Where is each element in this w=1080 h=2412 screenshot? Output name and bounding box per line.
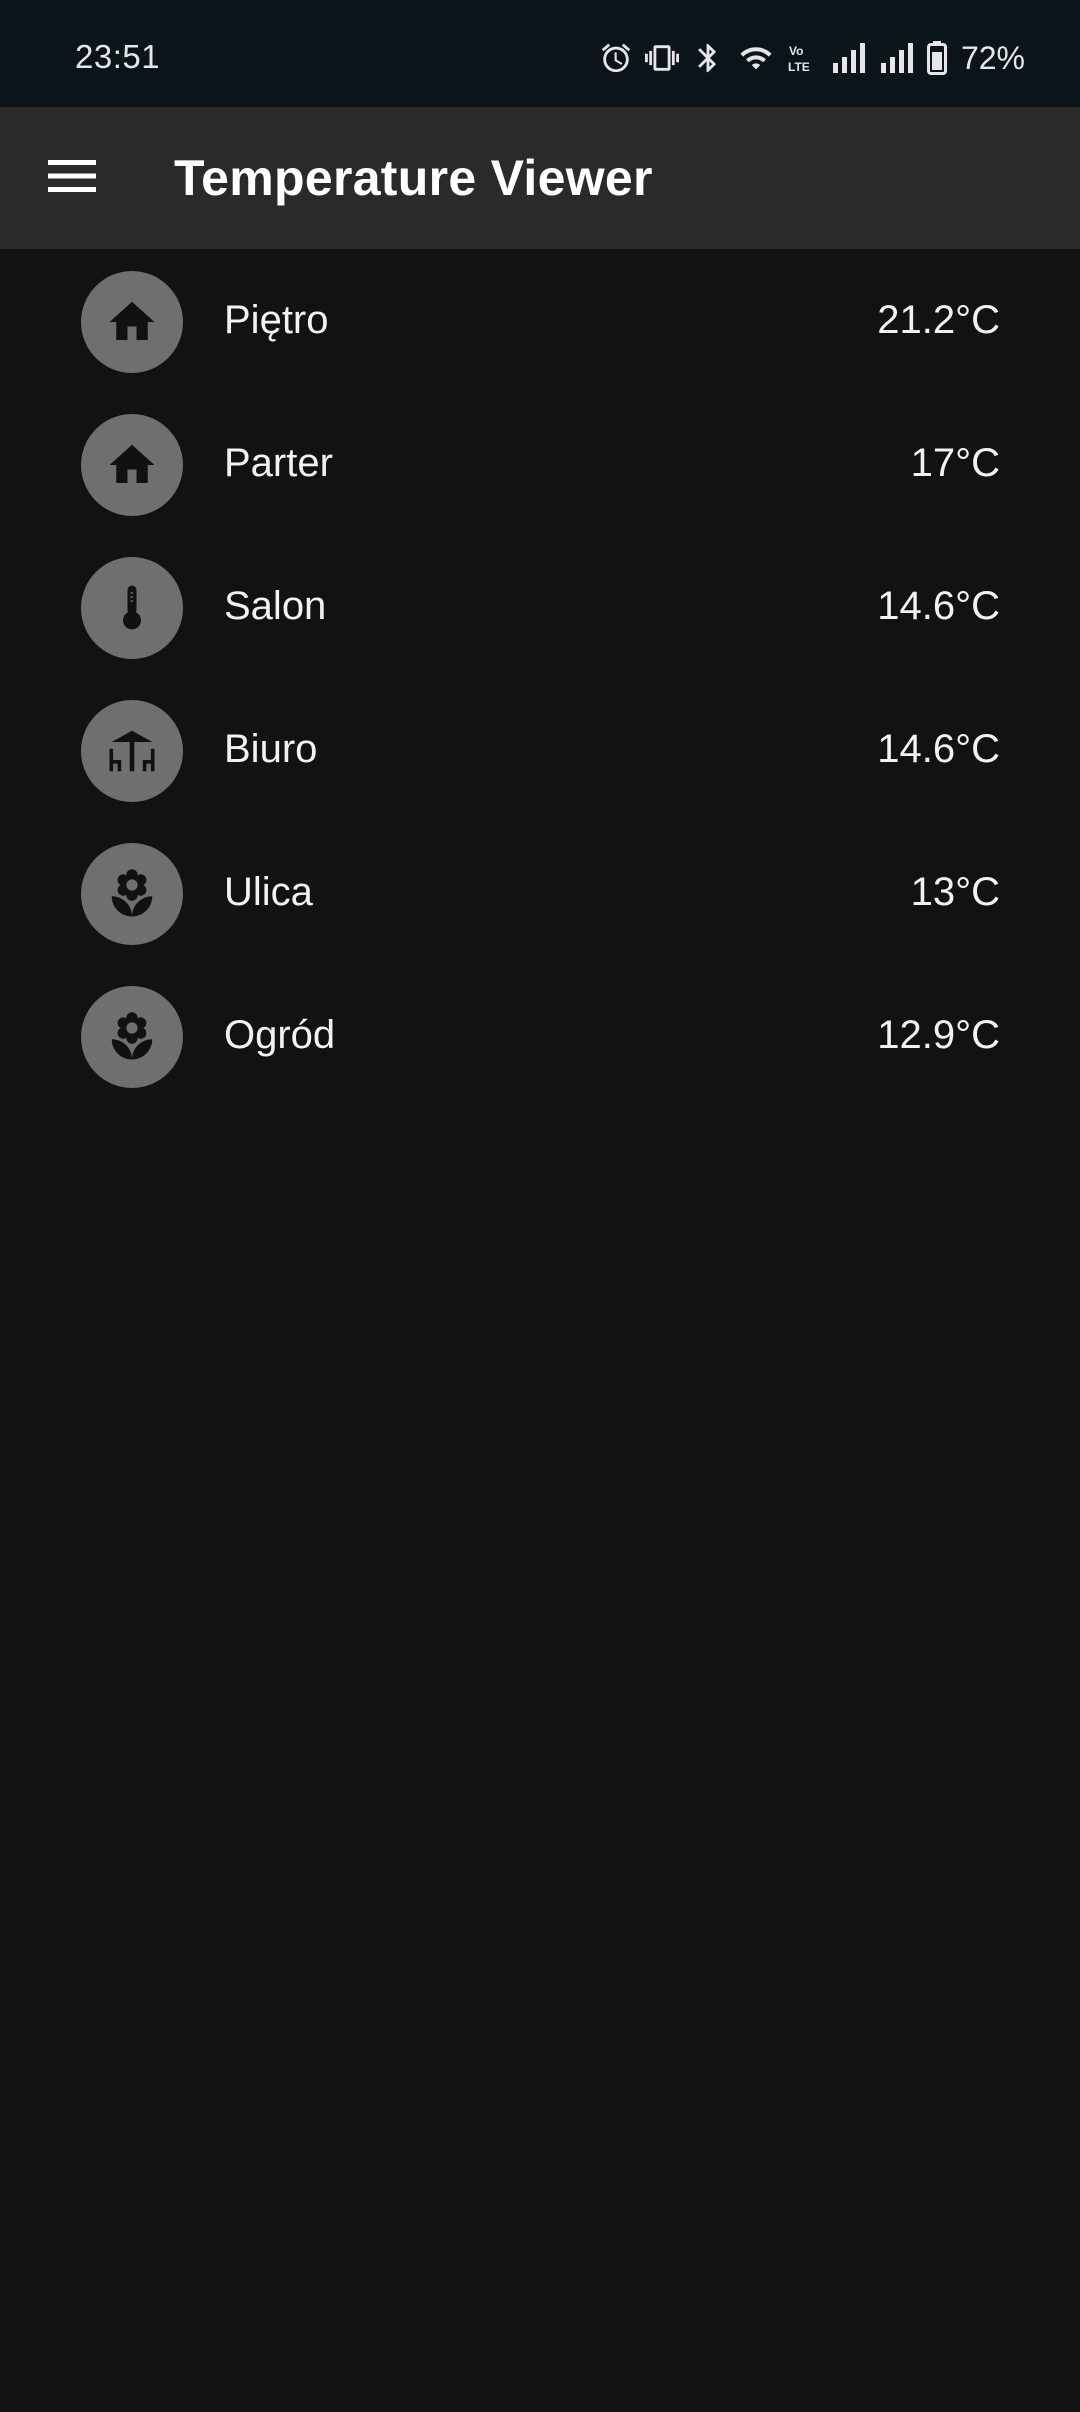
vibrate-icon — [644, 41, 679, 75]
menu-button[interactable] — [30, 142, 114, 214]
avatar — [81, 986, 183, 1088]
status-bar: 23:51 Vo LTE 72% — [0, 0, 1080, 107]
svg-text:Vo: Vo — [789, 44, 803, 58]
thermometer-icon — [123, 585, 141, 630]
list-item[interactable]: Piętro 21.2°C — [0, 249, 1080, 392]
sensor-name: Ogród — [224, 1013, 336, 1057]
sensor-name: Parter — [224, 441, 333, 485]
list-item[interactable]: Salon 14.6°C — [0, 535, 1080, 678]
status-icons: Vo LTE 72% — [599, 38, 1025, 78]
battery-percentage: 72% — [960, 39, 1025, 76]
table-chairs-icon — [109, 730, 155, 772]
list-item[interactable]: Biuro 14.6°C — [0, 678, 1080, 821]
status-time: 23:51 — [75, 38, 161, 75]
sensor-name: Salon — [224, 584, 327, 628]
sensor-name: Piętro — [224, 298, 329, 342]
sensor-name: Biuro — [224, 727, 318, 771]
menu-icon — [48, 158, 96, 199]
avatar — [81, 700, 183, 802]
svg-text:LTE: LTE — [788, 60, 810, 74]
home-icon — [109, 301, 155, 340]
volte-icon: Vo LTE — [787, 41, 819, 75]
list-item[interactable]: Ulica 13°C — [0, 821, 1080, 964]
page-title: Temperature Viewer — [174, 150, 653, 206]
avatar — [81, 414, 183, 516]
list-item[interactable]: Parter 17°C — [0, 392, 1080, 535]
bluetooth-icon — [691, 41, 725, 75]
signal-icon — [831, 43, 867, 73]
sensor-name: Ulica — [224, 870, 313, 914]
sensor-temperature: 17°C — [910, 441, 1000, 485]
flower-icon — [111, 1012, 153, 1060]
sensor-list: Piętro 21.2°C Parter 17°C Salon 14.6°C B… — [0, 249, 1080, 1107]
avatar — [81, 843, 183, 945]
sensor-temperature: 14.6°C — [877, 727, 1000, 771]
avatar — [81, 271, 183, 373]
flower-icon — [111, 869, 153, 917]
sensor-temperature: 14.6°C — [877, 584, 1000, 628]
sensor-temperature: 12.9°C — [877, 1013, 1000, 1057]
sensor-temperature: 21.2°C — [877, 298, 1000, 342]
battery-icon — [926, 41, 947, 75]
avatar — [81, 557, 183, 659]
signal-icon — [879, 43, 915, 73]
wifi-icon — [737, 41, 775, 75]
sensor-temperature: 13°C — [910, 870, 1000, 914]
app-bar: Temperature Viewer — [0, 107, 1080, 249]
alarm-icon — [599, 41, 633, 75]
list-item[interactable]: Ogród 12.9°C — [0, 964, 1080, 1107]
home-icon — [109, 444, 155, 483]
